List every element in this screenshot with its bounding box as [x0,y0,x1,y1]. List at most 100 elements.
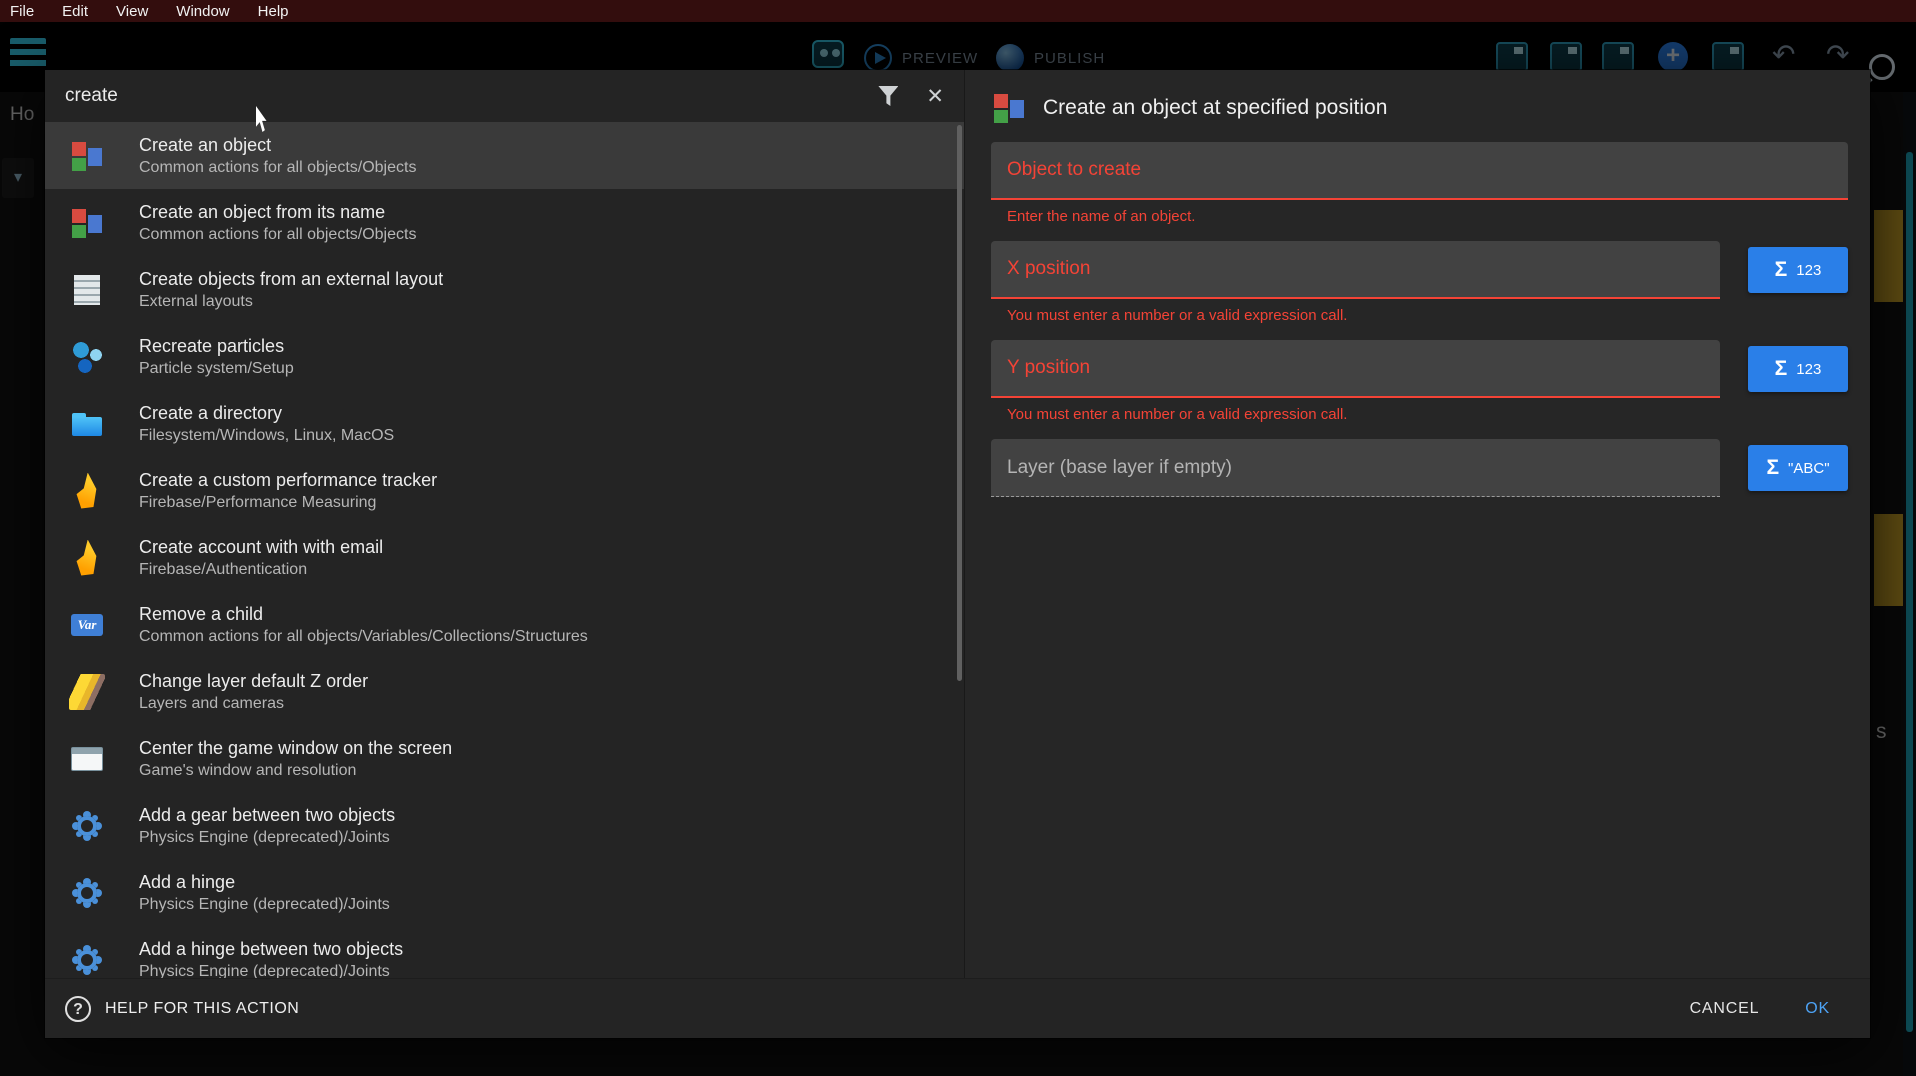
folder-icon [69,406,105,442]
list-item[interactable]: Create objects from an external layout E… [45,256,964,323]
gdevelop-window: File Edit View Window Help PREVIEW PUBLI… [0,0,1916,1076]
menu-help[interactable]: Help [258,3,289,20]
list-item-text: Add a gear between two objects Physics E… [139,805,395,847]
layer-field[interactable]: Layer (base layer if empty) [991,439,1720,497]
gear-icon [69,942,105,978]
list-item-text: Add a hinge Physics Engine (deprecated)/… [139,872,390,914]
window-icon [69,741,105,777]
object-to-create-field[interactable]: Object to create [991,142,1848,200]
y-field-error: You must enter a number or a valid expre… [1007,406,1848,423]
layers-icon [69,674,105,710]
action-header: Create an object at specified position [991,86,1848,130]
firebase-icon [69,540,105,576]
menu-edit[interactable]: Edit [62,3,88,20]
list-item-text: Create a directory Filesystem/Windows, L… [139,403,394,445]
help-link[interactable]: ? HELP FOR THIS ACTION [65,996,1690,1022]
list-item-text: Remove a child Common actions for all ob… [139,604,588,646]
list-item[interactable]: Add a gear between two objects Physics E… [45,792,964,859]
objects-icon [69,138,105,174]
objects-icon [69,205,105,241]
menu-window[interactable]: Window [176,3,229,20]
menu-view[interactable]: View [116,3,148,20]
action-subtitle: Firebase/Performance Measuring [139,494,437,512]
gear-icon [69,875,105,911]
list-item-text: Create objects from an external layout E… [139,269,443,311]
action-subtitle: Common actions for all objects/Objects [139,159,416,177]
sigma-icon: Σ [1775,357,1788,381]
action-subtitle: Physics Engine (deprecated)/Joints [139,829,395,847]
layer-expression-label: "ABC" [1788,460,1830,477]
list-item[interactable]: Create a custom performance tracker Fire… [45,457,964,524]
external-layout-icon [69,272,105,308]
action-subtitle: External layouts [139,293,443,311]
list-item-text: Change layer default Z order Layers and … [139,671,368,713]
y-field-label: Y position [1007,357,1090,379]
x-position-field[interactable]: X position [991,241,1720,299]
help-icon: ? [65,996,91,1022]
action-subtitle: Filesystem/Windows, Linux, MacOS [139,427,394,445]
list-item[interactable]: Add a hinge between two objects Physics … [45,926,964,978]
y-position-field[interactable]: Y position [991,340,1720,398]
action-subtitle: Game's window and resolution [139,762,452,780]
search-input[interactable]: create [65,85,878,107]
x-field-label: X position [1007,258,1090,280]
y-expression-button[interactable]: Σ 123 [1748,346,1848,392]
cancel-button[interactable]: CANCEL [1690,1000,1760,1018]
gear-icon [69,808,105,844]
x-expression-button[interactable]: Σ 123 [1748,247,1848,293]
action-list: Create an object Common actions for all … [45,122,964,978]
layer-expression-button[interactable]: Σ "ABC" [1748,445,1848,491]
close-icon[interactable]: ✕ [926,86,944,107]
list-item[interactable]: Change layer default Z order Layers and … [45,658,964,725]
action-title: Create a directory [139,403,394,424]
action-title: Create objects from an external layout [139,269,443,290]
list-item-text: Create account with with email Firebase/… [139,537,383,579]
list-item[interactable]: Create a directory Filesystem/Windows, L… [45,390,964,457]
action-title: Create a custom performance tracker [139,470,437,491]
list-item[interactable]: Remove a child Common actions for all ob… [45,591,964,658]
list-scrollbar-thumb[interactable] [957,125,962,681]
menu-file[interactable]: File [10,3,34,20]
action-title: Create an object [139,135,416,156]
layer-field-label: Layer (base layer if empty) [1007,457,1232,479]
x-expression-label: 123 [1796,262,1821,279]
action-title: Add a hinge between two objects [139,939,403,960]
list-item-text: Recreate particles Particle system/Setup [139,336,294,378]
action-subtitle: Particle system/Setup [139,360,294,378]
menubar: File Edit View Window Help [0,0,1916,22]
action-list-panel: create ✕ Create an object Common actions… [45,70,965,978]
firebase-icon [69,473,105,509]
action-subtitle: Physics Engine (deprecated)/Joints [139,963,403,979]
list-item-text: Create a custom performance tracker Fire… [139,470,437,512]
sigma-icon: Σ [1766,456,1779,480]
list-item-text: Center the game window on the screen Gam… [139,738,452,780]
list-item-text: Create an object from its name Common ac… [139,202,416,244]
object-field-helper: Enter the name of an object. [1007,208,1848,225]
action-subtitle: Common actions for all objects/Objects [139,226,416,244]
filter-icon[interactable] [878,86,898,106]
action-title: Create account with with email [139,537,383,558]
action-subtitle: Firebase/Authentication [139,561,383,579]
action-title: Add a gear between two objects [139,805,395,826]
list-item[interactable]: Center the game window on the screen Gam… [45,725,964,792]
action-subtitle: Layers and cameras [139,695,368,713]
variable-icon [69,607,105,643]
list-item-text: Create an object Common actions for all … [139,135,416,177]
help-label: HELP FOR THIS ACTION [105,1000,299,1018]
action-title: Recreate particles [139,336,294,357]
action-title: Add a hinge [139,872,390,893]
list-item[interactable]: Create account with with email Firebase/… [45,524,964,591]
objects-icon [991,90,1027,126]
list-item[interactable]: Create an object from its name Common ac… [45,189,964,256]
list-item[interactable]: Create an object Common actions for all … [45,122,964,189]
list-item-text: Add a hinge between two objects Physics … [139,939,403,979]
action-title: Center the game window on the screen [139,738,452,759]
ok-button[interactable]: OK [1805,1000,1830,1018]
list-item[interactable]: Recreate particles Particle system/Setup [45,323,964,390]
list-item[interactable]: Add a hinge Physics Engine (deprecated)/… [45,859,964,926]
particles-icon [69,339,105,375]
action-config-title: Create an object at specified position [1043,96,1387,120]
x-field-error: You must enter a number or a valid expre… [1007,307,1848,324]
action-subtitle: Physics Engine (deprecated)/Joints [139,896,390,914]
action-title: Change layer default Z order [139,671,368,692]
